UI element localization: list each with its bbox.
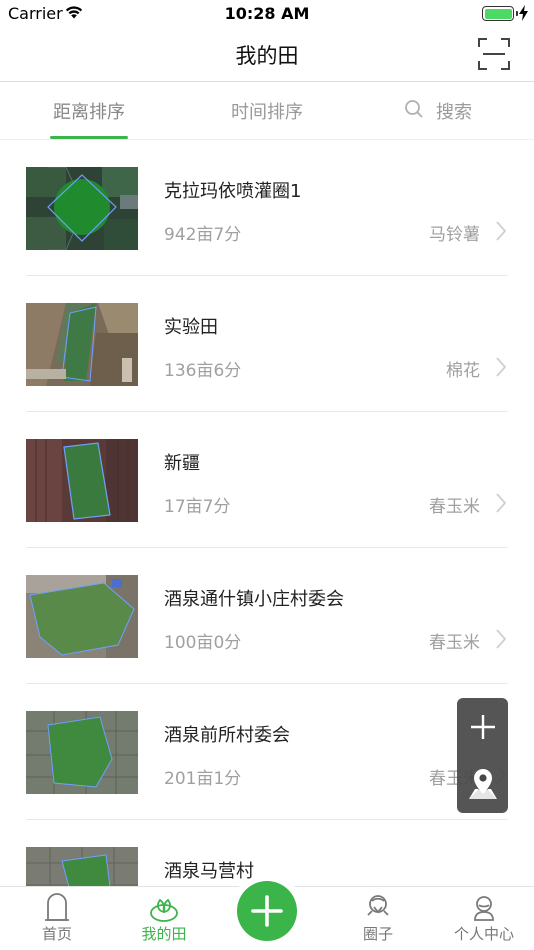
field-thumbnail — [26, 439, 138, 522]
list-item[interactable]: 酒泉前所村委会 201亩1分 春玉米 — [0, 684, 534, 820]
community-icon — [363, 893, 393, 923]
field-name: 酒泉前所村委会 — [164, 725, 290, 746]
field-thumbnail — [26, 303, 138, 386]
search-icon — [404, 99, 424, 124]
field-area: 942亩7分 — [164, 225, 242, 245]
sort-tabs: 距离排序 时间排序 搜索 — [0, 82, 534, 140]
tab-circle[interactable]: 圈子 — [333, 887, 423, 950]
field-name: 新疆 — [164, 453, 200, 474]
scan-frame-icon[interactable] — [478, 38, 510, 70]
field-crop: 马铃薯 — [429, 225, 480, 245]
page-title: 我的田 — [235, 44, 299, 68]
field-name: 酒泉马营村 — [164, 861, 254, 882]
charging-bolt-icon — [519, 5, 528, 25]
active-tab-indicator — [50, 136, 128, 139]
tab-my-field-label: 我的田 — [141, 925, 187, 943]
plus-icon — [237, 881, 297, 941]
field-thumbnail — [26, 847, 138, 886]
list-item[interactable]: 实验田 136亩6分 棉花 — [0, 276, 534, 412]
tab-time-sort[interactable]: 时间排序 — [226, 98, 308, 124]
user-icon — [469, 893, 499, 923]
chevron-right-icon — [495, 220, 507, 246]
battery-icon — [482, 6, 514, 21]
field-name: 克拉玛依喷灌圈1 — [164, 181, 302, 202]
tab-profile-label: 个人中心 — [453, 925, 514, 943]
nav-bar: 我的田 — [0, 28, 534, 82]
field-crop: 春玉米 — [429, 497, 480, 517]
clock: 10:28 AM — [224, 4, 310, 23]
field-thumbnail — [26, 167, 138, 250]
field-area: 201亩1分 — [164, 769, 242, 789]
field-crop: 棉花 — [446, 361, 480, 381]
field-area: 100亩0分 — [164, 633, 242, 653]
field-thumbnail — [26, 711, 138, 794]
chevron-right-icon — [495, 628, 507, 654]
list-item[interactable]: 酒泉通什镇小庄村委会 100亩0分 春玉米 — [0, 548, 534, 684]
field-name: 酒泉通什镇小庄村委会 — [164, 589, 344, 610]
status-bar: Carrier 10:28 AM — [0, 0, 534, 28]
list-item[interactable]: 新疆 17亩7分 春玉米 — [0, 412, 534, 548]
map-action-panel — [457, 698, 508, 813]
field-thumbnail — [26, 575, 138, 658]
tombstone-icon — [42, 893, 72, 923]
add-field-button[interactable] — [230, 874, 304, 948]
tab-home-label: 首页 — [41, 925, 72, 943]
chevron-right-icon — [495, 492, 507, 518]
tab-home[interactable]: 首页 — [12, 887, 102, 950]
chevron-right-icon — [495, 356, 507, 382]
tab-search[interactable]: 搜索 — [404, 98, 494, 124]
search-label: 搜索 — [436, 102, 472, 123]
field-name: 实验田 — [164, 317, 218, 338]
battery-tip — [516, 11, 518, 16]
field-area: 17亩7分 — [164, 497, 231, 517]
field-crop: 春玉米 — [429, 633, 480, 653]
tab-distance-sort[interactable]: 距离排序 — [48, 98, 130, 124]
map-pin-icon[interactable] — [457, 755, 508, 813]
field-list: 克拉玛依喷灌圈1 942亩7分 马铃薯 实验田 136亩6分 棉花 新疆 17亩… — [0, 140, 534, 886]
leaf-field-icon — [149, 893, 179, 923]
tab-circle-label: 圈子 — [362, 925, 393, 943]
tab-profile[interactable]: 个人中心 — [439, 887, 529, 950]
tab-my-field[interactable]: 我的田 — [119, 887, 209, 950]
list-item[interactable]: 克拉玛依喷灌圈1 942亩7分 马铃薯 — [0, 140, 534, 276]
field-area: 136亩6分 — [164, 361, 242, 381]
plus-icon[interactable] — [457, 698, 508, 755]
